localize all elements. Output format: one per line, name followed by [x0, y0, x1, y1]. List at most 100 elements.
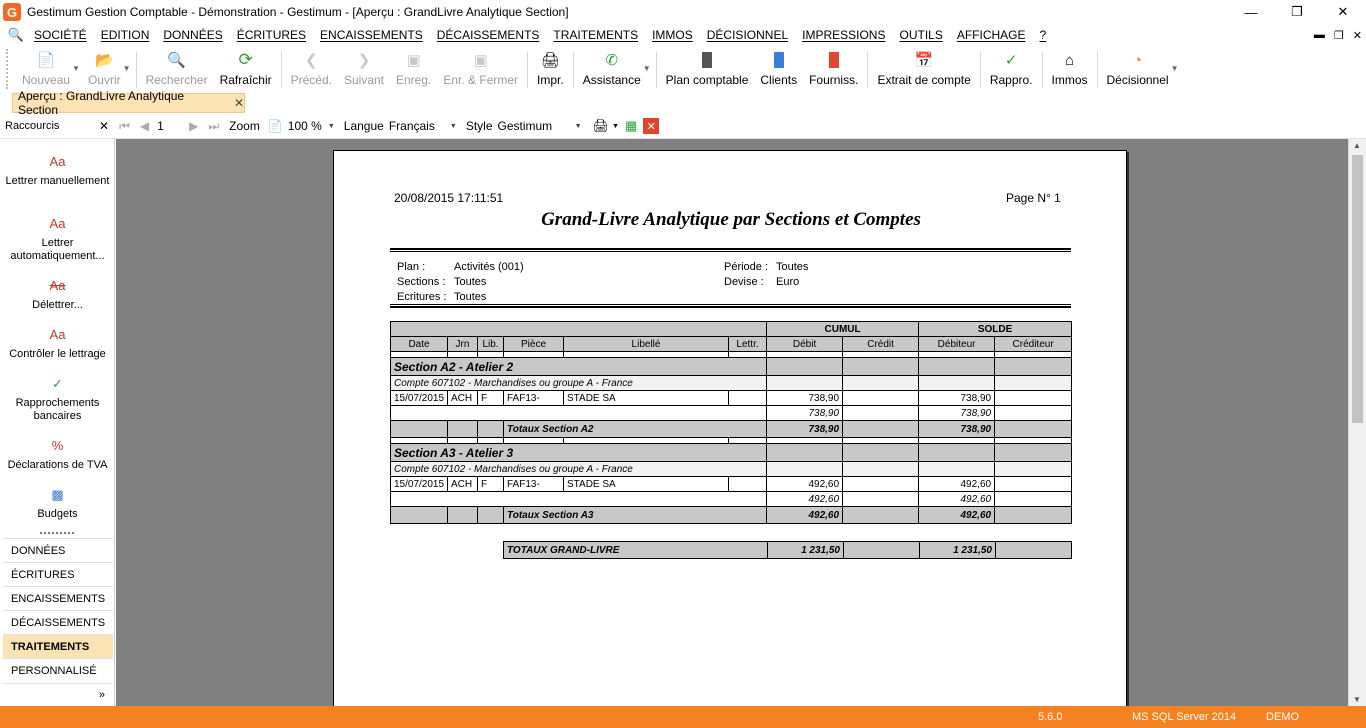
menu-immos[interactable]: IMMOS — [645, 28, 700, 42]
menu-decisionnel[interactable]: DÉCISIONNEL — [700, 28, 795, 42]
section-total-row: Totaux Section A2 738,90 738,90 — [390, 420, 1073, 438]
grand-total-debiteur: 1 231,50 — [919, 541, 996, 559]
table-row: 15/07/2015 ACH F FAF13- STADE SA 492,60 … — [390, 476, 1073, 492]
report-title: Grand-Livre Analytique par Sections et C… — [541, 209, 921, 230]
toolbar-overflow-icon[interactable]: ▼ — [643, 46, 651, 73]
rafraichir-button[interactable]: ⟳ Rafraîchir — [214, 46, 278, 87]
nav-decaissements[interactable]: DÉCAISSEMENTS — [3, 610, 113, 634]
budget-icon: ▩ — [51, 487, 64, 502]
style-select[interactable]: Gestimum ▼ — [495, 117, 585, 135]
shortcut-controler-lettrage[interactable]: A​a Contrôler le lettrage — [0, 328, 115, 361]
ouvrir-button[interactable]: 📂 Ouvrir — [82, 46, 127, 87]
ouvrir-dropdown-icon[interactable]: ▼ — [123, 46, 131, 73]
next-icon: ❯ — [357, 52, 371, 69]
nav-ecritures[interactable]: ÉCRITURES — [3, 562, 113, 586]
menu-encaissements[interactable]: ENCAISSEMENTS — [313, 28, 430, 42]
menu-traitements[interactable]: TRAITEMENTS — [546, 28, 645, 42]
zoom-select[interactable]: 100 % ▼ — [285, 117, 338, 135]
toolbar-overflow-2-icon[interactable]: ▼ — [1171, 46, 1179, 73]
shortcut-rapprochements[interactable]: ✓ Rapprochements bancaires — [0, 377, 115, 423]
menu-edition[interactable]: EDITION — [94, 28, 157, 42]
pie-chart-icon: ◔ — [1133, 51, 1143, 69]
suivant-button[interactable]: ❯ Suivant — [338, 46, 390, 87]
grand-total-table: TOTAUX GRAND-LIVRE 1 231,50 1 231,50 — [503, 541, 1072, 559]
next-page-icon[interactable]: ▶ — [189, 119, 198, 133]
nav-traitements[interactable]: TRAITEMENTS — [3, 634, 113, 658]
language-select[interactable]: Français ▼ — [386, 117, 460, 135]
mdi-close-button[interactable]: ✕ — [1353, 29, 1362, 42]
tab-apercu-grandlivre[interactable]: Aperçu : GrandLivre Analytique Section ✕ — [12, 89, 245, 117]
report-table: CUMUL SOLDE Date Jrn Lib. Pièce Libellé … — [389, 321, 1073, 524]
clients-button[interactable]: Clients — [754, 46, 803, 87]
lettering-icon: A​a — [49, 154, 66, 169]
shortcut-lettrer-automatiquement[interactable]: A​a Lettrer automatiquement... — [0, 217, 115, 263]
report-page-number: Page N° 1 — [1006, 191, 1061, 205]
printer-icon: 🖨 — [540, 52, 560, 69]
mdi-minimize-button[interactable]: ▬ — [1314, 29, 1325, 41]
col-libelle: Libellé — [563, 336, 729, 352]
nouveau-button[interactable]: 📄 Nouveau — [16, 46, 76, 87]
scroll-thumb[interactable] — [1352, 155, 1363, 423]
imprimer-button[interactable]: 🖨 Impr. — [531, 46, 570, 87]
menu-help[interactable]: ? — [1033, 28, 1054, 42]
immos-button[interactable]: ⌂ Immos — [1046, 46, 1094, 88]
account-subtotal-row: 738,90 738,90 — [389, 405, 1073, 421]
page-number-input[interactable]: 1 — [157, 119, 187, 133]
close-shortcuts-icon[interactable]: ✕ — [99, 119, 109, 133]
nav-donnees[interactable]: DONNÉES — [3, 538, 113, 562]
maximize-button[interactable]: ❐ — [1274, 0, 1320, 24]
vertical-scrollbar[interactable]: ▲ ▼ — [1348, 139, 1366, 706]
nav-personnalise[interactable]: PERSONNALISÉ — [3, 658, 113, 682]
menu-decaissements[interactable]: DÉCAISSEMENTS — [430, 28, 547, 42]
menu-donnees[interactable]: DONNÉES — [156, 28, 229, 42]
scroll-up-icon[interactable]: ▲ — [1353, 141, 1361, 150]
menu-affichage[interactable]: AFFICHAGE — [950, 28, 1033, 42]
col-credit: Crédit — [842, 336, 920, 352]
last-page-icon[interactable]: ⏭ — [208, 119, 219, 134]
export-icon[interactable]: ▦ — [625, 118, 637, 134]
close-tab-icon[interactable]: ✕ — [234, 96, 244, 110]
fournisseurs-button[interactable]: Fourniss. — [803, 46, 864, 87]
prev-page-icon[interactable]: ◀ — [140, 119, 149, 133]
table-row: 15/07/2015 ACH F FAF13- STADE SA 738,90 … — [390, 390, 1073, 406]
decisionnel-button[interactable]: ◔ Décisionnel — [1101, 46, 1175, 88]
nouveau-dropdown-icon[interactable]: ▼ — [72, 46, 80, 73]
print-icon[interactable]: 🖨 — [593, 118, 610, 134]
menu-societe[interactable]: SOCIÉTÉ — [27, 28, 94, 42]
menu-outils[interactable]: OUTILS — [892, 28, 949, 42]
nav-encaissements[interactable]: ENCAISSEMENTS — [3, 586, 113, 610]
grand-total-row: TOTAUX GRAND-LIVRE 1 231,50 1 231,50 — [503, 541, 1072, 559]
shortcut-lettrer-manuellement[interactable]: A​a Lettrer manuellement — [0, 155, 115, 188]
shortcut-declarations-tva[interactable]: % Déclarations de TVA — [0, 439, 115, 472]
rapprochement-button[interactable]: ✓ Rappro. — [984, 46, 1039, 87]
menu-impressions[interactable]: IMPRESSIONS — [795, 28, 892, 42]
close-window-button[interactable]: ✕ — [1320, 0, 1366, 24]
scroll-down-icon[interactable]: ▼ — [1353, 695, 1361, 704]
extrait-compte-button[interactable]: 📅 Extrait de compte — [871, 46, 976, 87]
account-row: Compte 607102 - Marchandises ou groupe A… — [389, 461, 1073, 477]
print-dropdown-icon[interactable]: ▼ — [612, 123, 619, 130]
assistance-button[interactable]: ✆ Assistance — [577, 46, 647, 87]
menu-ecritures[interactable]: ÉCRITURES — [230, 28, 313, 42]
report-page: 20/08/2015 17:11:51 Page N° 1 Grand-Livr… — [333, 150, 1127, 706]
rechercher-button[interactable]: 🔍 Rechercher — [140, 46, 214, 87]
precedent-button[interactable]: ❮ Précéd. — [285, 46, 338, 87]
document-tabs: Aperçu : GrandLivre Analytique Section ✕ — [0, 89, 1366, 117]
enregistrer-button[interactable]: ▣ Enreg. — [390, 46, 437, 87]
plan-comptable-button[interactable]: Plan comptable — [660, 46, 755, 87]
shortcut-budgets[interactable]: ▩ Budgets — [0, 488, 115, 521]
enregistrer-fermer-button[interactable]: ▣ Enr. & Fermer — [437, 46, 524, 87]
section-title: Section A3 - Atelier 3 — [389, 443, 768, 462]
unlettering-icon: A​a — [49, 278, 66, 293]
minimize-button[interactable]: — — [1228, 0, 1274, 24]
document-menu-icon[interactable]: 🔍 — [5, 24, 27, 46]
close-preview-icon[interactable]: ✕ — [643, 118, 660, 134]
shortcut-delettrer[interactable]: A​a Délettrer... — [0, 279, 115, 312]
nav-more-icon[interactable]: » — [3, 683, 113, 705]
sidebar-splitter[interactable] — [40, 532, 74, 535]
mdi-restore-button[interactable]: ❐ — [1334, 29, 1344, 42]
zoom-label: Zoom — [229, 119, 260, 133]
first-page-icon[interactable]: ⏮ — [119, 119, 130, 134]
col-debiteur: Débiteur — [918, 336, 996, 352]
toolbar-grip[interactable] — [6, 49, 12, 89]
